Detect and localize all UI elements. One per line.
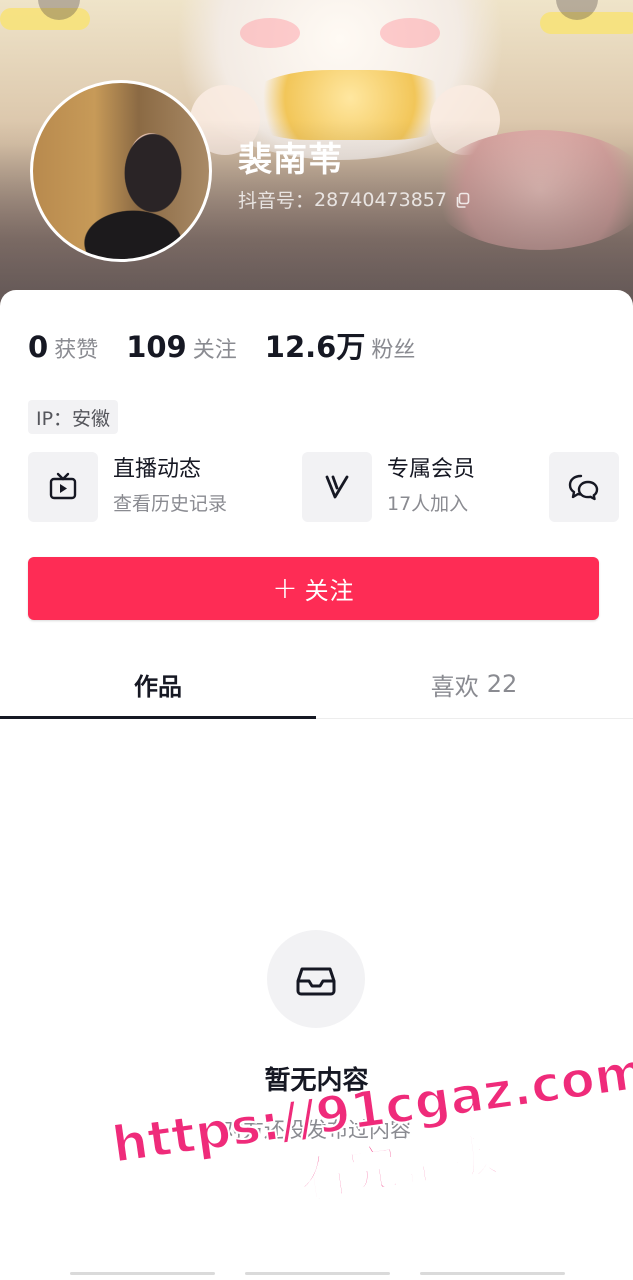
avatar[interactable] <box>30 80 212 262</box>
stat-likes[interactable]: 0 获赞 <box>28 330 98 364</box>
ip-location-tag: IP：安徽 <box>28 400 119 434</box>
stat-label: 获赞 <box>54 338 99 363</box>
empty-state-title: 暂无内容 <box>264 1066 369 1096</box>
live-title: 直播动态 <box>113 457 202 482</box>
empty-state-icon-circle <box>267 930 365 1028</box>
tab-likes[interactable]: 喜欢 22 <box>316 650 632 718</box>
profile-id-label: 抖音号： <box>238 190 315 212</box>
tab-works[interactable]: 作品 <box>0 650 316 719</box>
tab-count: 22 <box>486 670 518 698</box>
tab-label: 作品 <box>134 672 182 701</box>
member-title: 专属会员 <box>387 457 476 482</box>
chat-icon-box <box>549 452 619 522</box>
tv-icon <box>49 472 77 500</box>
member-entry[interactable]: 专属会员 17人加入 <box>302 452 475 522</box>
tab-label: 喜欢 <box>430 672 479 701</box>
v-icon <box>325 475 349 499</box>
profile-name: 裴南苇 <box>238 140 343 180</box>
follow-button-label: 关注 <box>304 577 355 605</box>
profile-card: 0 获赞 109 关注 12.6万 粉丝 IP：安徽 直播动态 查看历史记录 专… <box>0 290 633 1280</box>
stats-row: 0 获赞 109 关注 12.6万 粉丝 <box>28 324 443 366</box>
live-history-entry[interactable]: 直播动态 查看历史记录 <box>28 452 227 522</box>
follow-button[interactable]: + 关注 <box>28 557 599 620</box>
stat-value: 0 <box>28 330 49 364</box>
copy-icon[interactable] <box>455 192 471 208</box>
live-subtitle: 查看历史记录 <box>113 493 228 515</box>
stat-followers[interactable]: 12.6万 粉丝 <box>265 324 416 366</box>
group-chat-entry[interactable] <box>549 452 619 522</box>
bottom-placeholder-bars <box>70 1272 565 1275</box>
stat-label: 粉丝 <box>371 338 416 363</box>
stat-label: 关注 <box>192 338 237 363</box>
stat-value: 12.6万 <box>264 330 366 364</box>
plus-icon: + <box>272 570 299 606</box>
member-subtitle: 17人加入 <box>387 493 469 515</box>
stat-value: 109 <box>126 330 187 364</box>
inbox-icon <box>296 967 336 996</box>
empty-state-subtitle: 对方还没发布过内容 <box>222 1118 411 1142</box>
profile-id: 抖音号： 28740473857 <box>238 186 471 213</box>
content-tabs: 作品 喜欢 22 <box>0 650 633 719</box>
stat-following[interactable]: 109 关注 <box>126 330 237 364</box>
live-icon-box <box>28 452 98 522</box>
profile-id-value: 28740473857 <box>314 188 447 211</box>
member-icon-box <box>302 452 372 522</box>
chat-bubble-icon <box>568 474 599 501</box>
